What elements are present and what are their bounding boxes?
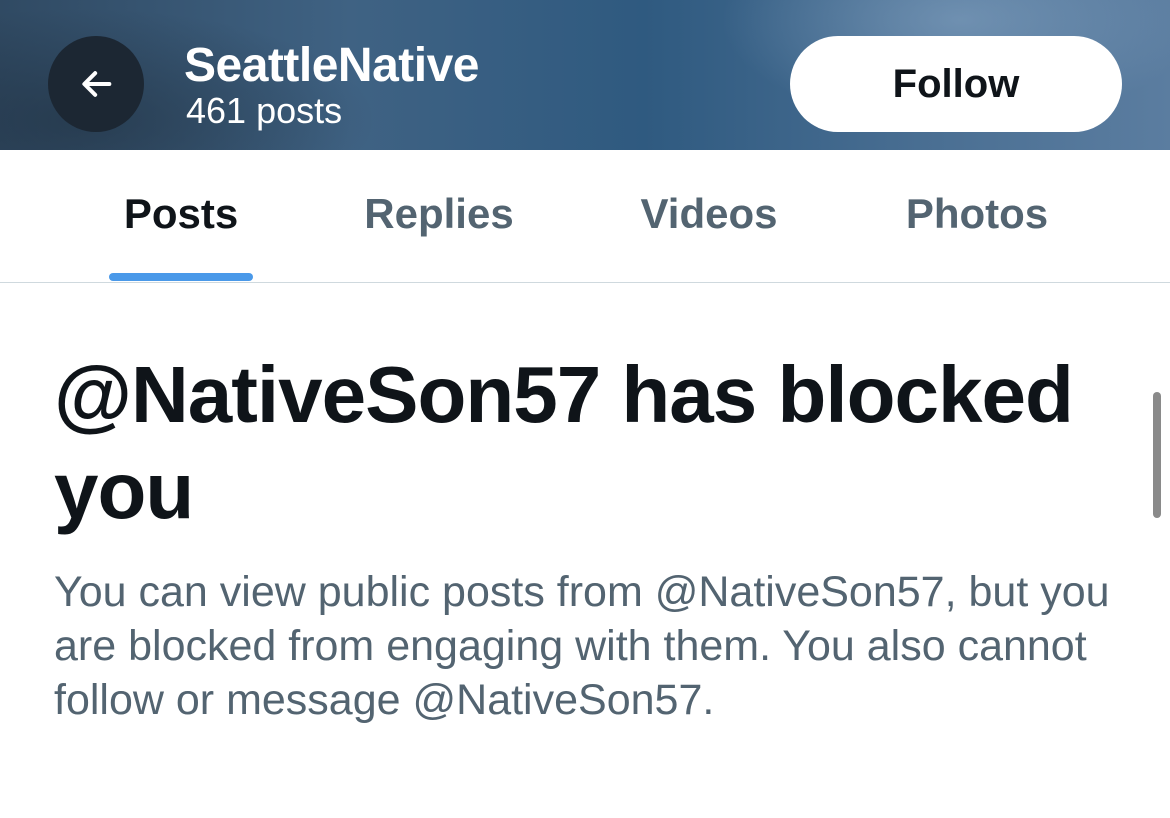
profile-page: SeattleNative 461 posts Follow Posts Rep… — [0, 0, 1170, 818]
tab-videos-label: Videos — [640, 190, 778, 237]
arrow-left-icon — [82, 71, 112, 97]
profile-tabs: Posts Replies Videos Photos — [0, 150, 1170, 283]
tab-replies[interactable]: Replies — [318, 150, 560, 282]
tab-posts-label: Posts — [123, 190, 239, 237]
tab-replies-label: Replies — [364, 190, 514, 237]
follow-button[interactable]: Follow — [790, 36, 1122, 132]
blocked-notice: @NativeSon57 has blocked you You can vie… — [54, 283, 1114, 727]
active-tab-indicator — [109, 273, 253, 281]
tab-videos[interactable]: Videos — [588, 150, 830, 282]
profile-header: SeattleNative 461 posts Follow — [0, 0, 1170, 150]
back-button[interactable] — [48, 36, 144, 132]
post-count: 461 posts — [186, 90, 343, 131]
tab-photos-label: Photos — [905, 190, 1049, 237]
account-name: SeattleNative — [184, 39, 479, 92]
tab-posts[interactable]: Posts — [60, 150, 302, 282]
scrollbar[interactable] — [1153, 392, 1161, 518]
blocked-title: @NativeSon57 has blocked you — [54, 350, 1074, 535]
tab-photos[interactable]: Photos — [856, 150, 1098, 282]
blocked-description: You can view public posts from @NativeSo… — [54, 568, 1110, 724]
